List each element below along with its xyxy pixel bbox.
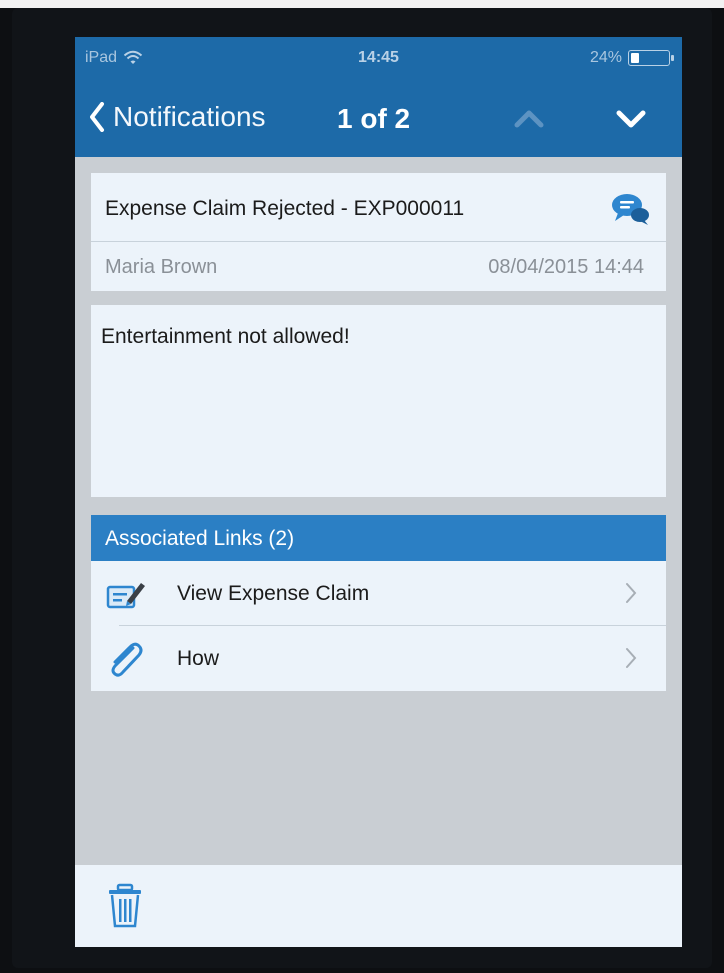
link-label: How [177, 647, 220, 670]
battery-percent: 24% [589, 49, 622, 66]
chevron-right-icon [626, 583, 637, 603]
link-view-expense-claim[interactable]: View Expense Claim [91, 561, 666, 626]
pager-indicator: 1 of 2 [337, 103, 411, 134]
battery-level [631, 53, 639, 63]
sender-name: Maria Brown [105, 256, 218, 278]
navigation-bar: Notifications 1 of 2 [75, 77, 682, 157]
bottom-toolbar [75, 865, 682, 947]
status-bar: iPad 14:45 24% [75, 37, 682, 77]
link-how[interactable]: How [91, 626, 666, 691]
chevron-right-icon [626, 648, 637, 668]
notification-message: Entertainment not allowed! [101, 325, 350, 348]
message-body-card: Entertainment not allowed! [91, 305, 666, 497]
battery-icon [628, 50, 674, 66]
device-bezel-top [0, 0, 724, 8]
expense-form-icon [106, 583, 145, 609]
notification-subject: Expense Claim Rejected - EXP000011 [105, 197, 465, 220]
chevron-left-icon [90, 102, 104, 132]
back-button[interactable]: Notifications [89, 97, 266, 137]
previous-notification-button[interactable] [509, 101, 549, 137]
status-right: 24% [589, 49, 674, 67]
notification-timestamp: 08/04/2015 14:44 [488, 256, 644, 278]
notification-header-card: Expense Claim Rejected - EXP000011 Maria… [91, 173, 666, 291]
link-label: View Expense Claim [177, 582, 370, 605]
ipad-screen: iPad 14:45 24% Notifications 1 of 2 Expe… [75, 37, 682, 947]
chat-bubbles-icon[interactable] [610, 191, 650, 227]
sender-row: Maria Brown 08/04/2015 14:44 [91, 242, 666, 291]
trash-icon[interactable] [107, 883, 143, 929]
associated-links-title: Associated Links (2) [105, 527, 295, 550]
paperclip-icon [111, 642, 143, 677]
chevron-up-icon [514, 110, 544, 128]
back-label: Notifications [113, 101, 266, 132]
next-notification-button[interactable] [611, 101, 651, 137]
subject-row: Expense Claim Rejected - EXP000011 [91, 173, 666, 242]
associated-links-list: View Expense Claim How [91, 561, 666, 691]
associated-links-header: Associated Links (2) [91, 515, 666, 561]
chevron-down-icon [616, 110, 646, 128]
